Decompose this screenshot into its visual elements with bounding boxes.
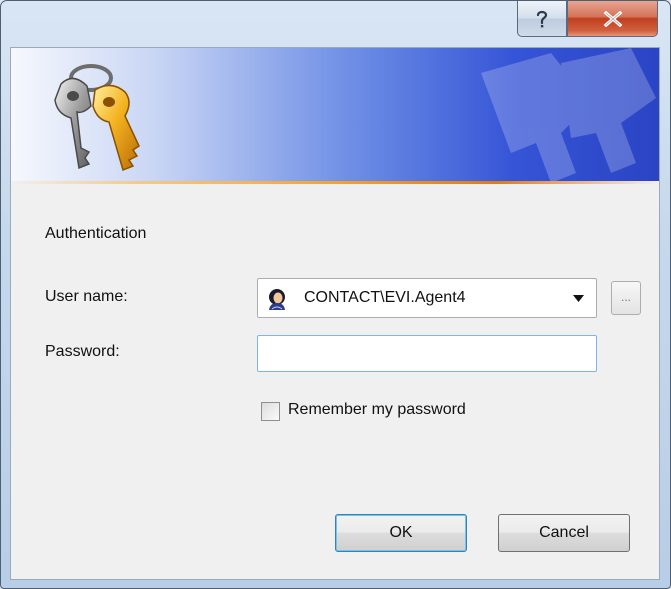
help-button[interactable] xyxy=(517,1,567,37)
ok-button[interactable]: OK xyxy=(335,514,467,552)
user-icon xyxy=(269,289,285,310)
help-question-icon xyxy=(536,10,548,27)
keys-watermark-icon xyxy=(481,48,656,181)
password-label: Password: xyxy=(45,343,120,360)
cancel-button[interactable]: Cancel xyxy=(498,514,630,552)
dialog-client-area: Authentication User name: CONTACT\EVI.Ag… xyxy=(10,47,660,580)
chevron-down-icon[interactable] xyxy=(573,295,584,302)
section-title: Authentication xyxy=(45,225,147,242)
username-label: User name: xyxy=(45,288,128,305)
password-input[interactable] xyxy=(257,335,597,372)
keys-icon xyxy=(54,64,140,171)
browse-button[interactable]: ... xyxy=(611,281,641,315)
close-button[interactable] xyxy=(567,1,658,37)
remember-password-label[interactable]: Remember my password xyxy=(288,401,466,419)
username-combobox[interactable]: CONTACT\EVI.Agent4 xyxy=(257,278,597,318)
username-value: CONTACT\EVI.Agent4 xyxy=(304,289,466,306)
remember-password-checkbox[interactable] xyxy=(261,402,280,421)
close-x-icon xyxy=(603,10,622,27)
title-bar[interactable] xyxy=(1,1,670,47)
header-banner xyxy=(11,48,659,181)
auth-dialog-window: Authentication User name: CONTACT\EVI.Ag… xyxy=(0,0,671,589)
banner-accent-line xyxy=(11,181,659,184)
